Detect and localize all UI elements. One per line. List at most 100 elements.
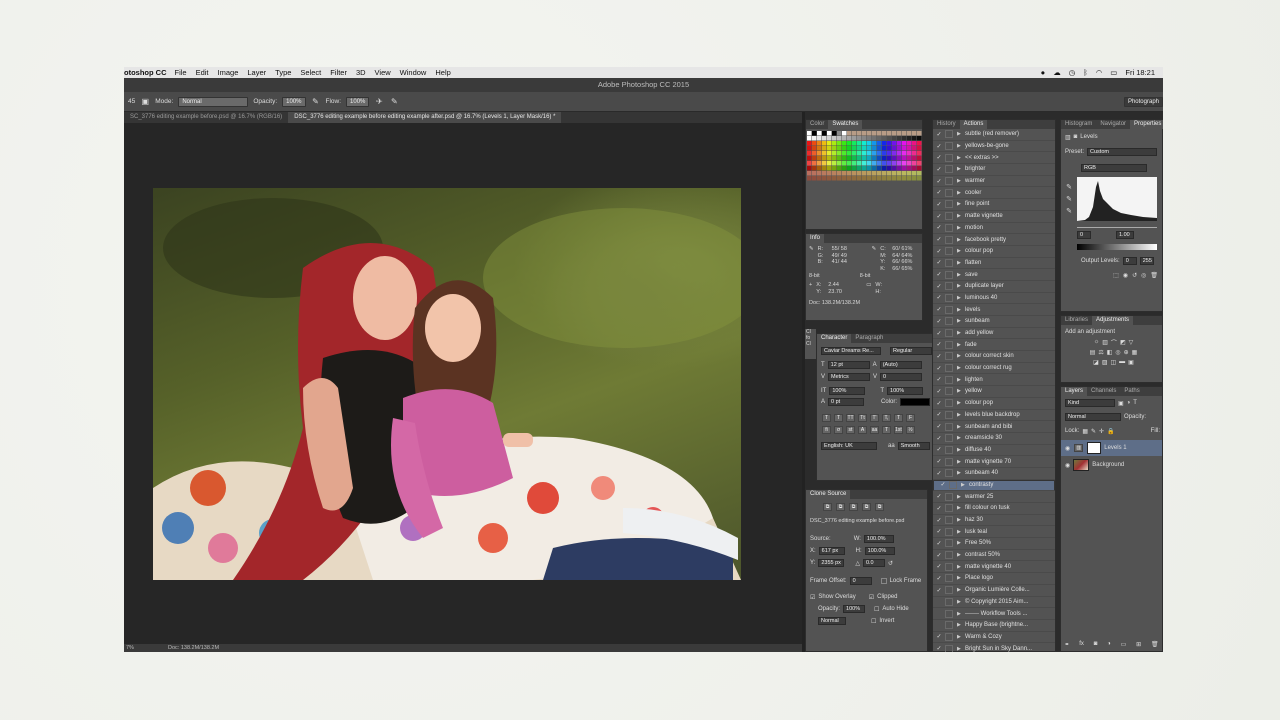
swatch[interactable] [877,156,882,161]
swatch-grid[interactable] [807,131,923,211]
document-photo[interactable] [153,188,741,580]
swatch[interactable] [847,151,852,156]
action-item[interactable]: ✓ ▶ motion [933,223,1055,235]
menu-select[interactable]: Select [300,68,321,77]
input-slider[interactable] [1077,223,1157,228]
tab-adjustments[interactable]: Adjustments [1092,316,1134,325]
vertical-scale-input[interactable]: 100% [829,387,866,395]
swatch[interactable] [852,141,857,146]
vibrance-icon[interactable]: ▽ [1129,339,1134,346]
swatch[interactable] [902,151,907,156]
text-color-swatch[interactable] [900,398,931,406]
tab-properties[interactable]: Properties [1130,120,1163,129]
action-toggle-checkbox[interactable]: ✓ [933,294,945,301]
collapsed-panel-stub[interactable]: Cl fo Cl [805,329,816,359]
swatch[interactable] [827,136,832,141]
swatch[interactable] [852,136,857,141]
menu-filter[interactable]: Filter [330,68,347,77]
clone-source-3-icon[interactable]: ⧉ [849,503,858,511]
swatch[interactable] [847,161,852,166]
swatch[interactable] [887,141,892,146]
action-toggle-checkbox[interactable]: ✓ [933,306,945,313]
action-toggle-checkbox[interactable]: ✓ [937,481,949,490]
baseline-input[interactable]: 0 pt [828,398,865,406]
swatch[interactable] [867,171,872,176]
swatch[interactable] [882,131,887,136]
action-toggle-checkbox[interactable]: ✓ [933,645,945,652]
black-point-eyedropper-icon[interactable]: ✎ [1066,183,1072,191]
swatch[interactable] [857,146,862,151]
swatch[interactable] [832,146,837,151]
action-toggle-checkbox[interactable]: ✓ [933,446,945,453]
swatch[interactable] [892,176,897,181]
swatch[interactable] [887,171,892,176]
swatch[interactable] [902,176,907,181]
swatch[interactable] [817,141,822,146]
menu-view[interactable]: View [375,68,391,77]
swatch[interactable] [812,146,817,151]
swatch[interactable] [847,166,852,171]
expand-triangle-icon[interactable]: ▶ [957,564,965,570]
expand-triangle-icon[interactable]: ▶ [957,318,965,324]
swatch[interactable] [832,141,837,146]
white-point-eyedropper-icon[interactable]: ✎ [1066,207,1072,215]
action-dialog-toggle[interactable] [945,492,953,501]
swatch[interactable] [887,131,892,136]
swatch[interactable] [887,156,892,161]
action-dialog-toggle[interactable] [945,457,953,466]
swatch[interactable] [877,141,882,146]
color-lookup-icon[interactable]: ▦ [1132,349,1138,356]
swatch[interactable] [867,151,872,156]
action-dialog-toggle[interactable] [945,165,953,174]
action-dialog-toggle[interactable] [945,153,953,162]
swatch[interactable] [912,166,917,171]
swatch[interactable] [847,176,852,181]
input-gamma-field[interactable]: 1.00 [1116,231,1134,239]
action-dialog-toggle[interactable] [945,609,953,618]
faux-italic-button[interactable]: T [834,414,843,422]
swatch[interactable] [882,141,887,146]
swatch[interactable] [897,151,902,156]
layer-name-levels[interactable]: Levels 1 [1104,445,1126,451]
swatch[interactable] [847,156,852,161]
ordinals-button[interactable]: T [882,426,891,434]
swatch[interactable] [872,151,877,156]
action-dialog-toggle[interactable] [945,621,953,630]
subscript-button[interactable]: T, [882,414,891,422]
swatch[interactable] [807,176,812,181]
swatch[interactable] [882,166,887,171]
action-item[interactable]: ✓ ▶ matte vignette [933,211,1055,223]
visibility-icon[interactable]: ◎ [1141,272,1146,279]
swatch[interactable] [862,161,867,166]
action-dialog-toggle[interactable] [945,282,953,291]
swatch[interactable] [807,151,812,156]
swatch[interactable] [892,131,897,136]
action-item[interactable]: ▶ Happy Base (brightne... [933,620,1055,632]
swatch[interactable] [912,161,917,166]
action-toggle-checkbox[interactable]: ✓ [933,259,945,266]
swatch[interactable] [837,171,842,176]
swatch[interactable] [812,176,817,181]
language-select[interactable]: English: UK [821,442,877,450]
swatch[interactable] [902,141,907,146]
action-dialog-toggle[interactable] [949,481,957,490]
swatch[interactable] [872,161,877,166]
swatch[interactable] [892,141,897,146]
photo-filter-icon[interactable]: ◎ [1115,349,1120,356]
action-item[interactable]: ✓ ▶ Place logo [933,573,1055,585]
action-item[interactable]: ✓ ▶ colour correct skin [933,351,1055,363]
swatch[interactable] [827,151,832,156]
action-toggle-checkbox[interactable]: ✓ [933,388,945,395]
swatch[interactable] [877,151,882,156]
airbrush-icon[interactable]: ✈ [374,97,384,107]
expand-triangle-icon[interactable]: ▶ [957,400,965,406]
gradient-map-icon[interactable]: ▬ [1119,359,1125,365]
action-item[interactable]: ✓ ▶ << extras >> [933,152,1055,165]
clock[interactable]: Fri 18:21 [1125,68,1155,77]
bluetooth-icon[interactable]: ᛒ [1083,68,1088,77]
swatch[interactable] [862,151,867,156]
action-toggle-checkbox[interactable]: ✓ [933,540,945,547]
swatch[interactable] [862,136,867,141]
swatch[interactable] [822,151,827,156]
swatch[interactable] [862,171,867,176]
